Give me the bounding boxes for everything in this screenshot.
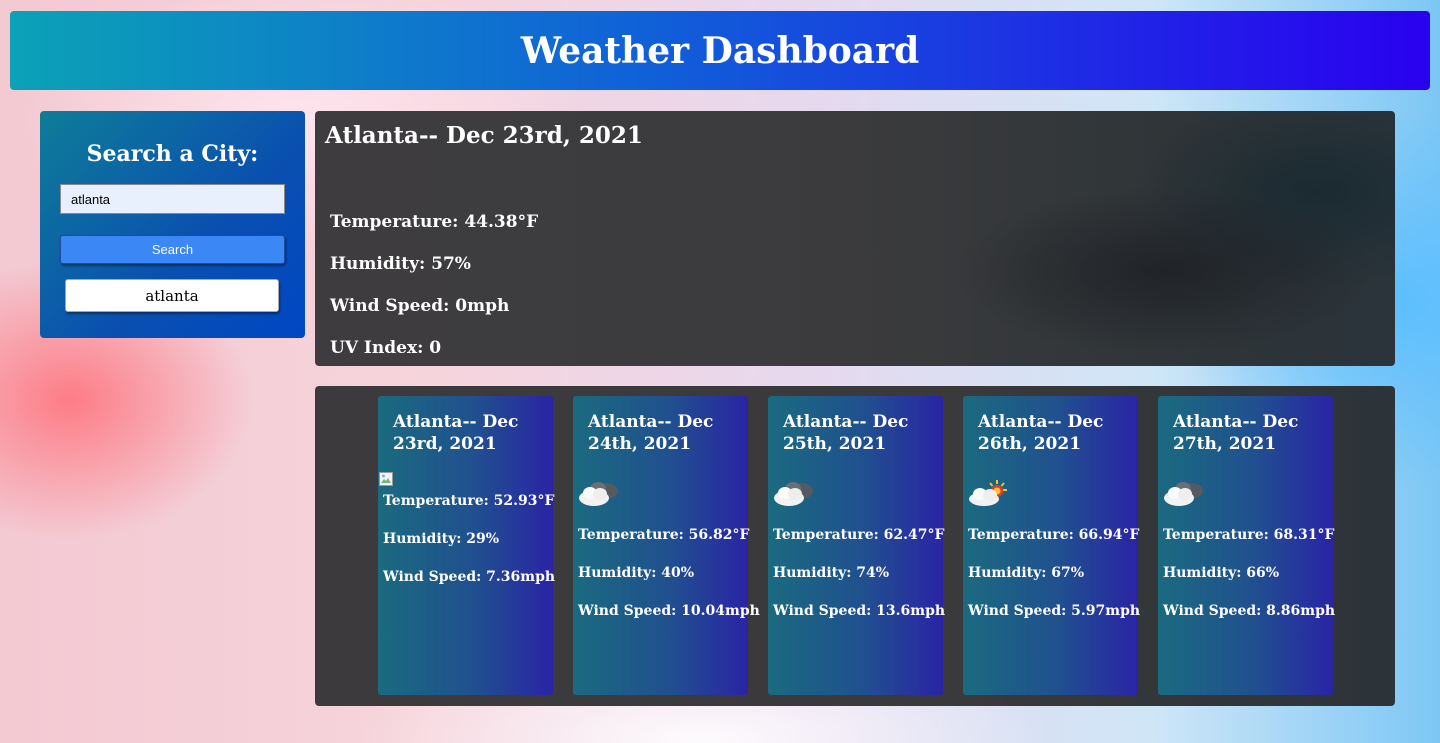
forecast-card: Atlanta-- Dec 26th, 2021 Temperature: 66… xyxy=(963,396,1141,695)
forecast-temperature: Temperature: 52.93°F xyxy=(383,493,555,509)
forecast-humidity: Humidity: 66% xyxy=(1163,565,1280,581)
forecast-wind-speed: Wind Speed: 8.86mph xyxy=(1163,603,1336,619)
forecast-date: Atlanta-- Dec 24th, 2021 xyxy=(588,412,714,454)
current-uv-index: UV Index: 0 xyxy=(330,338,442,358)
forecast-humidity: Humidity: 29% xyxy=(383,531,500,547)
search-panel: Search a City: Search atlanta xyxy=(40,111,305,338)
forecast-humidity: Humidity: 67% xyxy=(968,565,1085,581)
broken-image-icon xyxy=(379,472,393,486)
forecast-wind-speed: Wind Speed: 10.04mph xyxy=(578,603,760,619)
forecast-date: Atlanta-- Dec 26th, 2021 xyxy=(978,412,1104,454)
forecast-humidity: Humidity: 40% xyxy=(578,565,695,581)
forecast-card: Atlanta-- Dec 24th, 2021 Temperature: 56… xyxy=(573,396,760,695)
forecast-temperature: Temperature: 68.31°F xyxy=(1163,527,1335,543)
partly-cloudy-day-icon xyxy=(969,480,1007,506)
current-city-date: Atlanta-- Dec 23rd, 2021 xyxy=(325,122,643,149)
current-weather-panel: Atlanta-- Dec 23rd, 2021 Temperature: 44… xyxy=(315,111,1395,366)
forecast-card: Atlanta-- Dec 23rd, 2021 Temperature: 52… xyxy=(378,396,556,695)
current-temperature: Temperature: 44.38°F xyxy=(330,212,539,232)
forecast-card: Atlanta-- Dec 27th, 2021 Temperature: 68… xyxy=(1158,396,1336,695)
cloudy-night-icon xyxy=(579,482,618,506)
history-city-button[interactable]: atlanta xyxy=(65,279,279,312)
forecast-date: Atlanta-- Dec 27th, 2021 xyxy=(1173,412,1299,454)
search-title: Search a City: xyxy=(86,141,259,167)
city-search-input[interactable] xyxy=(60,184,285,214)
cloudy-night-icon xyxy=(1164,482,1203,506)
forecast-temperature: Temperature: 62.47°F xyxy=(773,527,945,543)
page-title: Weather Dashboard xyxy=(520,29,920,72)
forecast-date: Atlanta-- Dec 23rd, 2021 xyxy=(393,412,519,454)
forecast-temperature: Temperature: 66.94°F xyxy=(968,527,1140,543)
current-wind-speed: Wind Speed: 0mph xyxy=(330,296,510,316)
cloudy-night-icon xyxy=(774,482,813,506)
forecast-date: Atlanta-- Dec 25th, 2021 xyxy=(783,412,909,454)
search-button[interactable]: Search xyxy=(60,235,285,264)
forecast-wind-speed: Wind Speed: 5.97mph xyxy=(968,603,1141,619)
forecast-wind-speed: Wind Speed: 13.6mph xyxy=(773,603,946,619)
forecast-wind-speed: Wind Speed: 7.36mph xyxy=(383,569,556,585)
current-humidity: Humidity: 57% xyxy=(330,254,471,274)
header-banner: Weather Dashboard xyxy=(10,11,1430,90)
forecast-temperature: Temperature: 56.82°F xyxy=(578,527,750,543)
forecast-panel: Atlanta-- Dec 23rd, 2021 Temperature: 52… xyxy=(315,386,1395,706)
forecast-card: Atlanta-- Dec 25th, 2021 Temperature: 62… xyxy=(768,396,946,695)
forecast-humidity: Humidity: 74% xyxy=(773,565,890,581)
